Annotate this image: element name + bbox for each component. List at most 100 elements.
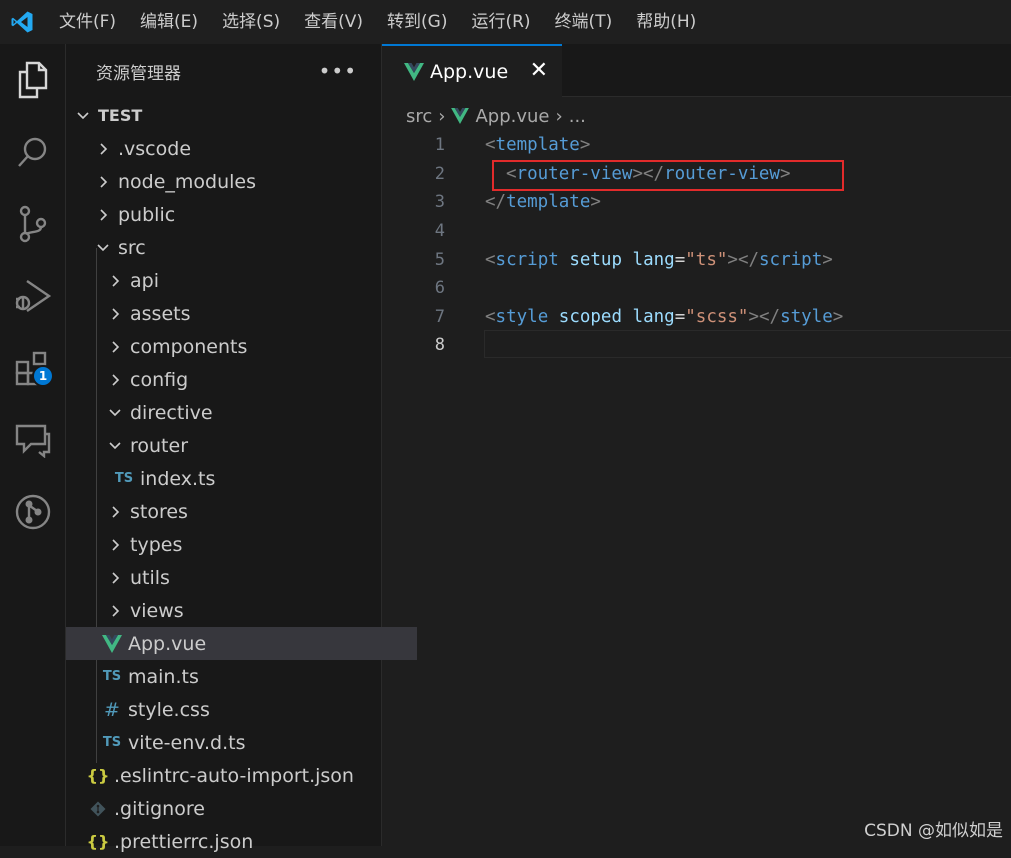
tab-app-vue[interactable]: App.vue ✕ <box>382 44 562 97</box>
close-icon[interactable]: ✕ <box>530 58 548 83</box>
chevron-right-icon <box>106 338 124 356</box>
vue-file-icon <box>404 62 424 81</box>
tree-file-main-ts[interactable]: TS main.ts <box>66 660 417 693</box>
tree-folder-directive[interactable]: directive <box>66 396 421 429</box>
chevron-right-icon <box>106 569 124 587</box>
tree-folder-views[interactable]: views <box>66 594 421 627</box>
tree-label: .eslintrc-auto-import.json <box>114 764 354 787</box>
vue-file-icon <box>451 108 470 124</box>
chevron-down-icon <box>94 239 112 257</box>
tree-folder-router[interactable]: router <box>66 429 421 462</box>
tab-label: App.vue <box>430 60 509 83</box>
tree-folder-vscode[interactable]: .vscode <box>66 132 409 165</box>
more-actions-icon[interactable]: ••• <box>319 59 357 83</box>
css-file-icon: # <box>104 698 120 721</box>
line-number: 2 <box>434 163 445 184</box>
breadcrumb-more[interactable]: ... <box>569 106 586 127</box>
tree-folder-config[interactable]: config <box>66 363 421 396</box>
tree-folder-public[interactable]: public <box>66 198 409 231</box>
explorer-icon[interactable] <box>0 50 66 110</box>
code-token: script <box>759 249 823 270</box>
tree-file-eslintrc[interactable]: {} .eslintrc-auto-import.json <box>66 759 403 792</box>
chevron-right-icon <box>106 371 124 389</box>
chevron-right-icon <box>94 206 112 224</box>
tree-label: config <box>130 368 189 391</box>
git-file-icon <box>88 801 108 817</box>
tree-label: directive <box>130 401 213 424</box>
menu-view[interactable]: 查看(V) <box>292 0 375 44</box>
menu-help[interactable]: 帮助(H) <box>624 0 708 44</box>
tree-folder-types[interactable]: types <box>66 528 421 561</box>
code-token: lang <box>632 249 675 270</box>
editor-tab-bar: App.vue ✕ <box>382 44 1011 97</box>
highlight-annotation-box <box>492 160 844 191</box>
breadcrumb: src › App.vue › ... <box>406 100 586 132</box>
chevron-right-icon: › <box>555 105 563 127</box>
code-token: setup <box>569 249 622 270</box>
tree-label: public <box>118 203 176 226</box>
tree-label: types <box>130 533 183 556</box>
code-token: style <box>495 306 549 327</box>
code-line: 1 <template> <box>382 131 1011 160</box>
sidebar-title: 资源管理器 <box>96 63 181 84</box>
tree-root-test[interactable]: TEST <box>66 99 389 132</box>
line-number: 1 <box>434 135 445 156</box>
chevron-right-icon <box>106 602 124 620</box>
breadcrumb-folder[interactable]: src <box>406 106 432 127</box>
tree-label: style.css <box>128 698 210 721</box>
run-debug-icon[interactable] <box>0 266 66 326</box>
tree-label: assets <box>130 302 191 325</box>
chevron-right-icon <box>106 536 124 554</box>
code-line: 3 </template> <box>382 188 1011 217</box>
tree-label: components <box>130 335 248 358</box>
code-token: template <box>495 135 580 156</box>
tree-folder-utils[interactable]: utils <box>66 561 421 594</box>
tree-label: node_modules <box>118 170 257 193</box>
menu-go[interactable]: 转到(G) <box>375 0 459 44</box>
tree-folder-api[interactable]: api <box>66 264 421 297</box>
tree-folder-stores[interactable]: stores <box>66 495 421 528</box>
menu-terminal[interactable]: 终端(T) <box>543 0 625 44</box>
tree-label: router <box>130 434 189 457</box>
code-token: "ts" <box>685 249 728 270</box>
tree-label: views <box>130 599 184 622</box>
code-token: template <box>506 192 591 213</box>
source-control-icon[interactable] <box>0 194 66 254</box>
menu-run[interactable]: 运行(R) <box>459 0 542 44</box>
typescript-file-icon: TS <box>102 735 122 750</box>
chevron-down-icon <box>106 404 124 422</box>
menu-file[interactable]: 文件(F) <box>44 0 128 44</box>
extensions-icon[interactable]: 1 <box>0 339 66 399</box>
tree-label: .gitignore <box>114 797 205 820</box>
code-token: "scss" <box>685 306 749 327</box>
code-line: 8 <box>382 331 1011 360</box>
breadcrumb-file[interactable]: App.vue <box>475 106 549 127</box>
menu-selection[interactable]: 选择(S) <box>210 0 292 44</box>
code-token: script <box>495 249 559 270</box>
tree-folder-components[interactable]: components <box>66 330 421 363</box>
menu-edit[interactable]: 编辑(E) <box>128 0 210 44</box>
tree-label: stores <box>130 500 188 523</box>
remote-chat-icon[interactable] <box>0 410 66 470</box>
tree-file-index-ts[interactable]: TS index.ts <box>66 462 429 495</box>
chevron-right-icon: › <box>438 105 446 127</box>
tree-folder-node-modules[interactable]: node_modules <box>66 165 409 198</box>
watermark: CSDN @如似如是 <box>864 821 1003 841</box>
tree-file-vite-env[interactable]: TS vite-env.d.ts <box>66 726 417 759</box>
activity-bar: 1 <box>0 44 66 846</box>
code-token: lang <box>632 306 675 327</box>
tree-file-prettierrc[interactable]: {} .prettierrc.json <box>66 825 403 858</box>
tree-label: .vscode <box>118 137 192 160</box>
tree-folder-src[interactable]: src <box>66 231 409 264</box>
search-icon[interactable] <box>0 123 66 183</box>
tree-label: .prettierrc.json <box>114 830 254 853</box>
tree-folder-assets[interactable]: assets <box>66 297 421 330</box>
menu-bar: 文件(F) 编辑(E) 选择(S) 查看(V) 转到(G) 运行(R) 终端(T… <box>0 0 1011 44</box>
tree-file-style-css[interactable]: # style.css <box>66 693 417 726</box>
vscode-logo-icon <box>0 0 44 44</box>
git-graph-icon[interactable] <box>0 482 66 542</box>
tree-file-app-vue[interactable]: App.vue <box>66 627 417 660</box>
line-number: 7 <box>434 306 445 327</box>
chevron-right-icon <box>106 305 124 323</box>
tree-file-gitignore[interactable]: .gitignore <box>66 792 403 825</box>
